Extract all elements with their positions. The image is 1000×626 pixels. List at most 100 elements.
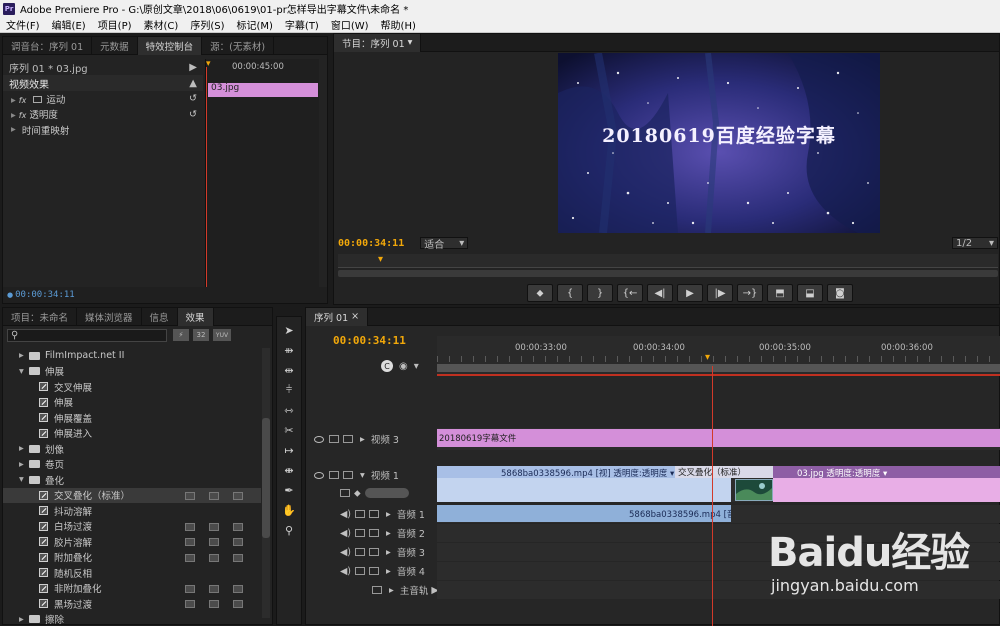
slip-tool-icon[interactable]: ↦	[281, 442, 297, 458]
effect-item[interactable]: 交叉叠化（标准）	[3, 487, 261, 503]
yuv-filter-button[interactable]: YUV	[213, 329, 231, 341]
reset-icon[interactable]: ↺	[189, 93, 197, 104]
expand-down-icon[interactable]: ▾	[19, 474, 29, 485]
lock-icon[interactable]	[369, 567, 380, 575]
marker-button[interactable]: ⬥	[527, 284, 553, 302]
menu-project[interactable]: 项目(P)	[92, 17, 138, 32]
rate-stretch-icon[interactable]: ⇿	[281, 402, 297, 418]
tab-info[interactable]: 信息	[142, 307, 178, 326]
clip-v1-image[interactable]: 03.jpg 透明度:透明度 ▾	[773, 466, 1000, 502]
eye-icon[interactable]	[314, 471, 324, 479]
keyframe-icon[interactable]: ⬥	[354, 488, 361, 499]
tab-metadata[interactable]: 元数据	[92, 36, 138, 55]
tab-effects[interactable]: 效果	[177, 307, 214, 326]
ripple-edit-icon[interactable]: ⇹	[281, 362, 297, 378]
expand-right-icon[interactable]: ▸	[19, 459, 29, 470]
effect-item[interactable]: 黑场过渡	[3, 596, 261, 612]
lock-icon[interactable]	[343, 471, 353, 479]
film-icon[interactable]	[329, 471, 339, 479]
program-video-frame[interactable]: 20180619百度经验字幕	[558, 53, 880, 233]
clip-v3-title[interactable]: 20180619字幕文件	[437, 429, 1000, 447]
effect-item[interactable]: 伸展进入	[3, 426, 261, 442]
effect-item[interactable]: 抖动溶解	[3, 503, 261, 519]
effects-scrollbar[interactable]	[262, 348, 270, 618]
export-frame-button[interactable]: ◙	[827, 284, 853, 302]
timeline-zoom-bar[interactable]	[437, 364, 1000, 372]
film-icon[interactable]	[329, 435, 339, 443]
tab-effect-controls[interactable]: 特效控制台	[137, 36, 203, 55]
expand-right-icon[interactable]: ▸	[19, 350, 29, 361]
razor-tool-icon[interactable]: ✂	[281, 422, 297, 438]
effect-item[interactable]: 胶片溶解	[3, 534, 261, 550]
menu-window[interactable]: 窗口(W)	[325, 17, 375, 32]
zoom-tool-icon[interactable]: ⚲	[281, 522, 297, 538]
speaker-icon[interactable]: ◀)	[340, 509, 351, 520]
effect-folder[interactable]: ▾ 伸展	[3, 364, 261, 380]
film-icon[interactable]	[355, 567, 366, 575]
program-zoom-bar[interactable]	[338, 270, 998, 277]
expand-down-icon[interactable]: ▾	[19, 366, 29, 377]
speaker-icon[interactable]: ◀)	[340, 566, 351, 577]
lock-icon[interactable]	[369, 529, 380, 537]
program-playhead-icon[interactable]: ▾	[378, 254, 383, 265]
32bit-filter-button[interactable]: 32	[193, 329, 209, 341]
film-icon[interactable]	[355, 510, 366, 518]
menu-help[interactable]: 帮助(H)	[375, 17, 422, 32]
timeline-playhead-icon[interactable]: ▾	[705, 352, 710, 363]
effect-folder[interactable]: ▾ 叠化	[3, 472, 261, 488]
tab-project[interactable]: 项目：未命名	[3, 307, 78, 326]
menu-clip[interactable]: 素材(C)	[138, 17, 185, 32]
step-forward-button[interactable]: |▶	[707, 284, 733, 302]
slide-tool-icon[interactable]: ⇼	[281, 462, 297, 478]
marker-flag-icon[interactable]: ▾	[414, 361, 419, 372]
effect-item[interactable]: 非附加叠化	[3, 581, 261, 597]
effect-folder[interactable]: ▸ 划像	[3, 441, 261, 457]
menu-title[interactable]: 字幕(T)	[279, 17, 325, 32]
program-timecode[interactable]: 00:00:34:11	[338, 238, 404, 249]
effect-row-time-remap[interactable]: ▸ 时间重映射	[3, 122, 203, 138]
collapse-icon[interactable]: ▲	[189, 78, 197, 89]
clip-bar[interactable]: 03.jpg	[208, 83, 318, 97]
tab-source[interactable]: 源：(无素材)	[202, 36, 275, 55]
tab-program[interactable]: 节目：序列 01 ▾	[334, 33, 422, 52]
accelerated-filter-button[interactable]: ⚡	[173, 329, 189, 341]
film-icon[interactable]	[355, 529, 366, 537]
reset-icon[interactable]: ↺	[189, 109, 197, 120]
effect-folder[interactable]: ▸ 卷页	[3, 457, 261, 473]
hand-tool-icon[interactable]: ✋	[281, 502, 297, 518]
selection-tool-icon[interactable]: ➤	[281, 322, 297, 338]
resolution-dropdown[interactable]: 1/2 ▾	[952, 237, 998, 249]
timeline-ruler[interactable]: 00:00:33:00 00:00:34:00 00:00:35:00 00:0…	[437, 336, 1000, 376]
effect-controls-timecode[interactable]: 00:00:34:11	[15, 290, 75, 300]
play-button[interactable]: ▶	[677, 284, 703, 302]
step-back-button[interactable]: ◀|	[647, 284, 673, 302]
effect-item[interactable]: 随机反相	[3, 565, 261, 581]
add-marker-icon[interactable]: ◉	[399, 361, 408, 372]
film-icon[interactable]	[355, 548, 366, 556]
effect-item[interactable]: 附加叠化	[3, 550, 261, 566]
timeline-timecode[interactable]: 00:00:34:11	[333, 334, 406, 347]
lock-icon[interactable]	[369, 548, 380, 556]
scrollbar-thumb[interactable]	[262, 418, 270, 538]
menu-file[interactable]: 文件(F)	[0, 17, 46, 32]
lock-icon[interactable]	[343, 435, 353, 443]
extract-button[interactable]: ⬓	[797, 284, 823, 302]
effect-row-opacity[interactable]: ▸ fx 透明度 ↺	[3, 107, 203, 123]
tab-media-browser[interactable]: 媒体浏览器	[77, 307, 142, 326]
effect-item[interactable]: 交叉伸展	[3, 379, 261, 395]
display-style-icon[interactable]	[340, 489, 350, 497]
expand-right-icon[interactable]: ▸	[19, 614, 29, 624]
eye-icon[interactable]	[314, 435, 324, 443]
pen-tool-icon[interactable]: ✒	[281, 482, 297, 498]
go-to-in-button[interactable]: {←	[617, 284, 643, 302]
tab-audio-mixer[interactable]: 调音台：序列 01	[3, 36, 93, 55]
rolling-edit-icon[interactable]: ⫩	[281, 382, 297, 398]
track-select-icon[interactable]: ⇻	[281, 342, 297, 358]
effect-folder[interactable]: ▸ FilmImpact.net II	[3, 348, 261, 364]
effects-search-input[interactable]: ⚲	[7, 328, 167, 342]
expand-right-icon[interactable]: ▸	[19, 443, 29, 454]
keyframe-nav[interactable]	[364, 488, 409, 498]
lock-icon[interactable]	[369, 510, 380, 518]
speaker-icon[interactable]: ◀)	[340, 528, 351, 539]
effect-item[interactable]: 伸展	[3, 395, 261, 411]
